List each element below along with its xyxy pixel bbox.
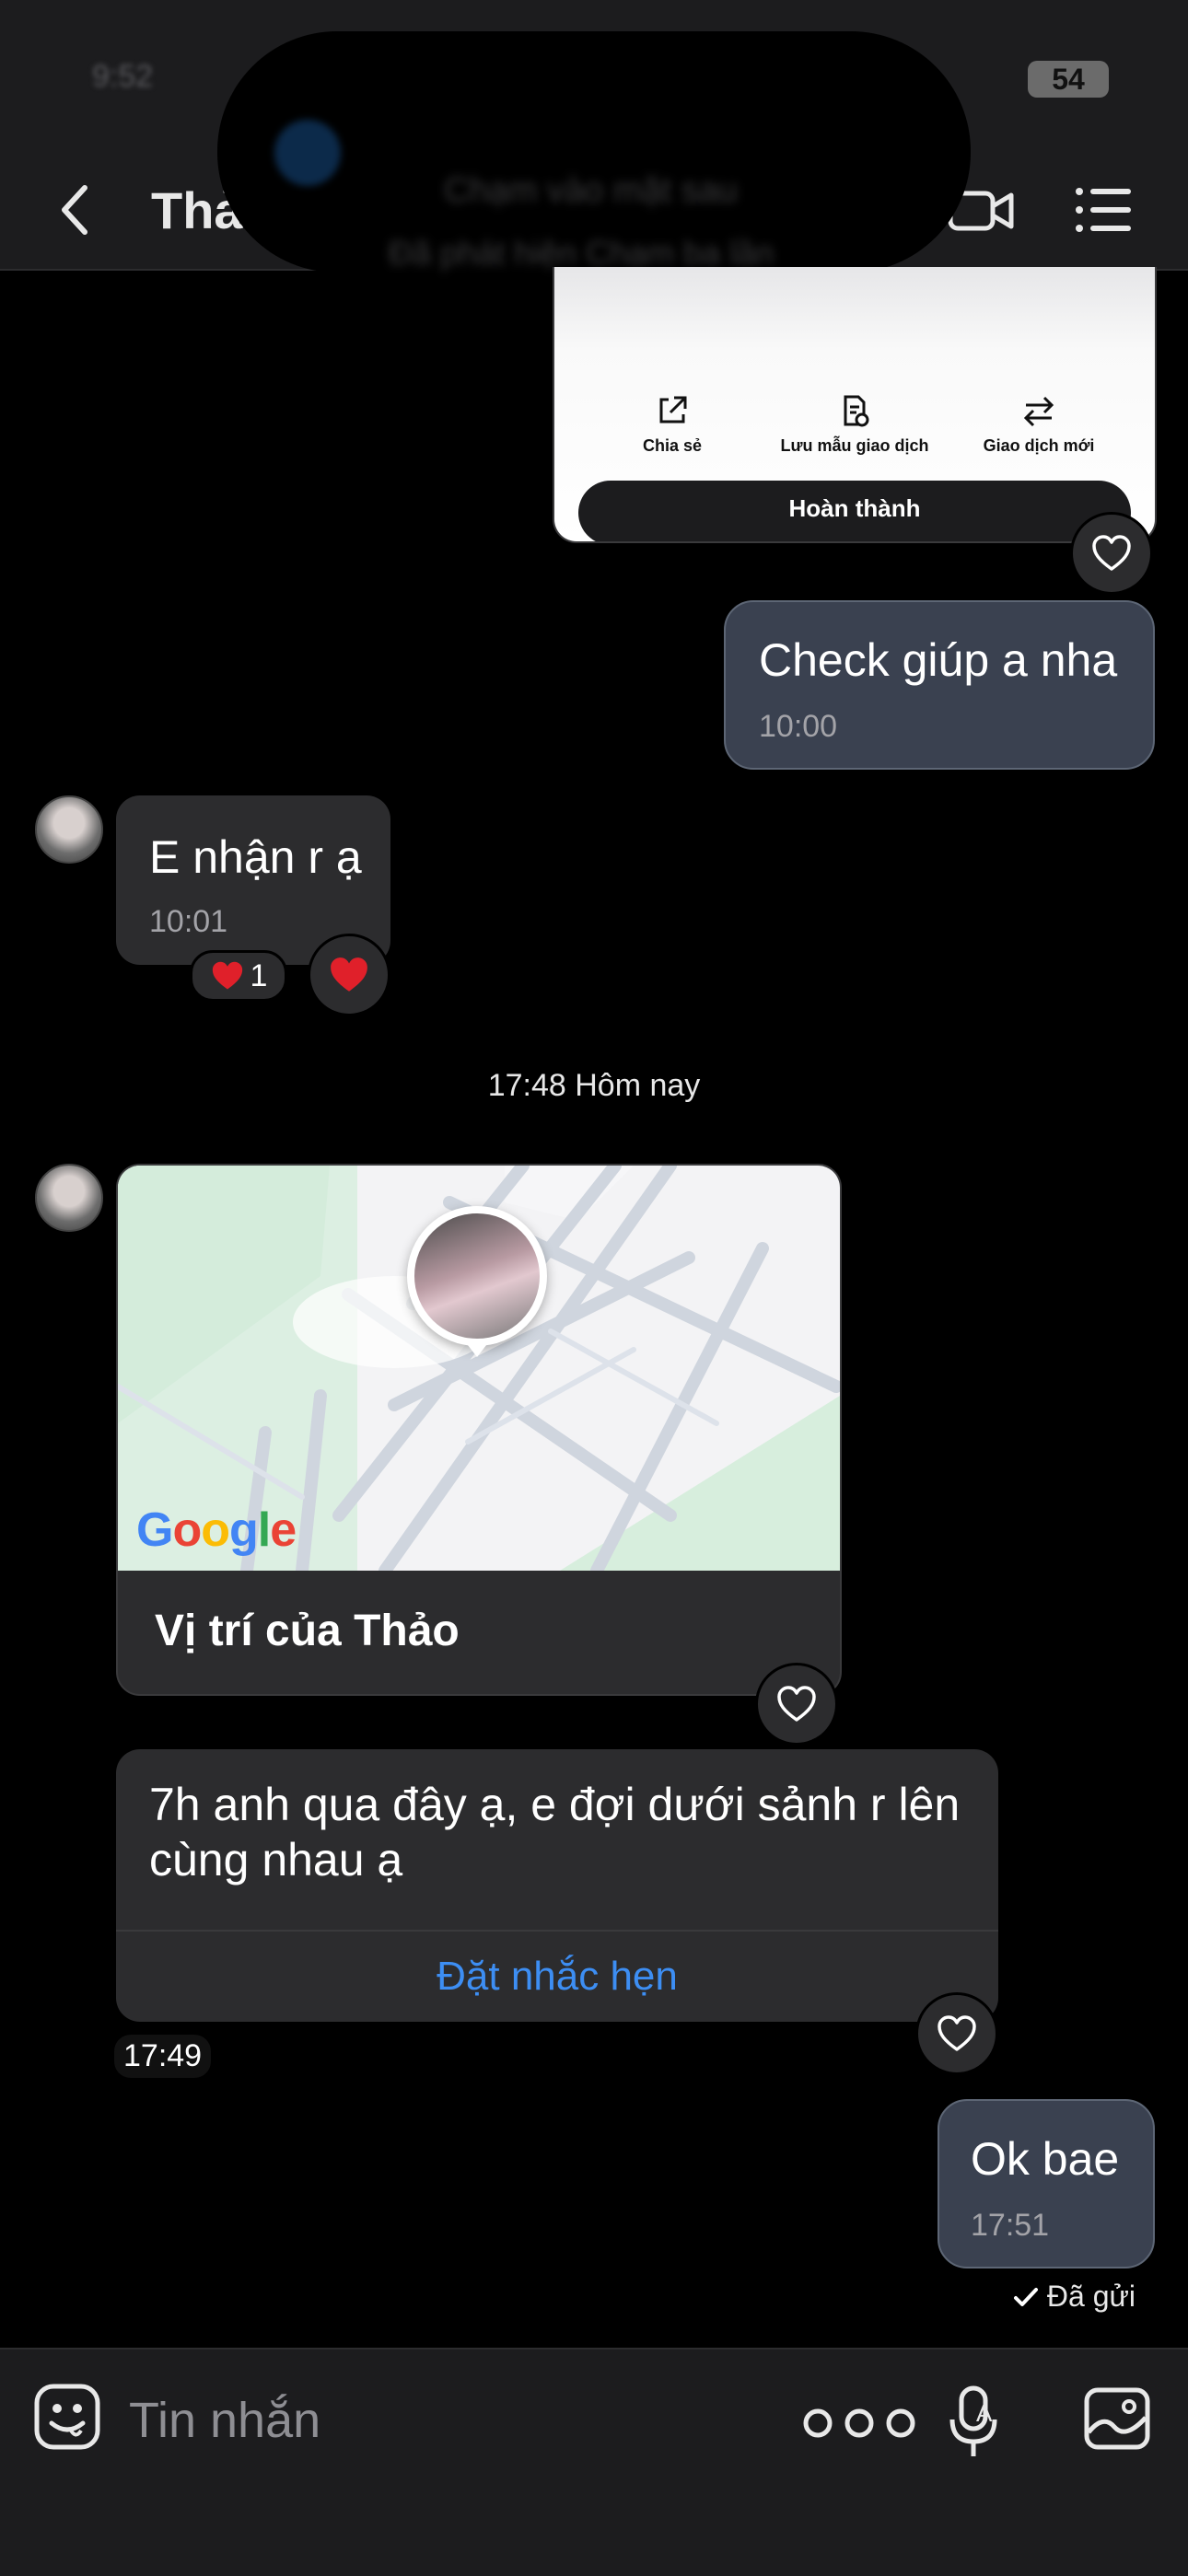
emoji-icon: [34, 2384, 100, 2450]
reminder-message[interactable]: 7h anh qua đây ạ, e đợi dưới sảnh r lên …: [116, 1749, 998, 2022]
done-button[interactable]: Hoàn thành: [578, 481, 1131, 541]
like-button[interactable]: [1070, 512, 1153, 595]
heart-outline-icon: [777, 1686, 816, 1722]
like-button[interactable]: [308, 934, 390, 1016]
new-transaction-label: Giao dịch mới: [983, 436, 1095, 455]
back-button[interactable]: [53, 180, 98, 239]
date-separator: 17:48 Hôm nay: [487, 1068, 701, 1103]
list-menu-icon: [1076, 188, 1131, 232]
message-time: 10:00: [759, 709, 838, 744]
location-pin: [407, 1206, 547, 1357]
save-template-label: Lưu mẫu giao dịch: [780, 436, 929, 455]
receipt-image-message[interactable]: Chia sẻ Lưu mẫu giao dịch Giao dịch mới …: [553, 267, 1157, 543]
set-reminder-button[interactable]: Đặt nhắc hẹn: [116, 1932, 998, 2022]
message-time: 17:51: [971, 2208, 1050, 2243]
message-text: E nhận r ạ: [149, 831, 362, 883]
document-save-icon: [844, 395, 869, 427]
delivery-status: Đã gửi: [1013, 2280, 1136, 2314]
share-label: Chia sẻ: [642, 436, 703, 455]
checkmark-icon: [1014, 2288, 1038, 2306]
gallery-button[interactable]: [1083, 2386, 1151, 2451]
location-label: Vị trí của Thảo: [155, 1607, 460, 1655]
svg-text:A: A: [976, 2399, 993, 2427]
chevron-left-icon: [62, 185, 87, 235]
microphone-icon: A: [949, 2385, 997, 2456]
google-logo: Google: [136, 1503, 297, 1557]
save-template-action[interactable]: Lưu mẫu giao dịch: [763, 394, 947, 456]
outgoing-message[interactable]: Ok bae 17:51: [938, 2099, 1155, 2269]
heart-outline-icon: [1092, 535, 1131, 571]
status-time: 9:52: [92, 59, 154, 94]
reaction-count: 1: [250, 957, 268, 993]
message-text: Check giúp a nha: [759, 634, 1118, 686]
like-button[interactable]: [915, 1992, 998, 2075]
notification-island: Chạm vào mặt sau Đã phát hiện Chạm ba lầ…: [217, 31, 971, 273]
heart-filled-icon: [331, 957, 367, 992]
like-button[interactable]: [755, 1663, 838, 1746]
more-button[interactable]: [799, 2405, 919, 2442]
message-time: 10:01: [149, 904, 228, 939]
outgoing-message[interactable]: Check giúp a nha 10:00: [724, 600, 1155, 770]
pin-avatar: [414, 1213, 540, 1339]
reaction-summary[interactable]: 1: [190, 950, 287, 1002]
image-icon: [1084, 2387, 1150, 2450]
contact-avatar[interactable]: [35, 795, 103, 864]
location-message[interactable]: Google Vị trí của Thảo: [116, 1164, 842, 1696]
more-dots-icon: [803, 2408, 915, 2438]
battery-indicator: 54: [1028, 61, 1109, 98]
notification-icon: [274, 120, 341, 186]
heart-icon: [212, 961, 242, 990]
message-text: 7h anh qua đây ạ, e đợi dưới sảnh r lên …: [149, 1779, 961, 1886]
arrows-swap-icon: [1023, 396, 1054, 427]
message-input[interactable]: [129, 2386, 755, 2454]
chat-header: 9:52 54 Thả Chạm vào mặt sau Đã phát hiệ…: [0, 0, 1188, 273]
share-icon: [659, 396, 687, 424]
message-time: 17:49: [114, 2035, 212, 2078]
sticker-button[interactable]: [33, 2383, 101, 2451]
notification-title: Chạm vào mặt sau: [444, 171, 738, 210]
heart-outline-icon: [938, 2015, 976, 2051]
message-text: Ok bae: [971, 2133, 1120, 2185]
message-composer: A: [0, 2348, 1188, 2576]
delivery-status-label: Đã gửi: [1046, 2280, 1136, 2313]
share-action[interactable]: Chia sẻ: [580, 394, 764, 456]
voice-to-text-button[interactable]: A: [945, 2383, 1004, 2460]
pin-pointer: [464, 1340, 490, 1357]
menu-button[interactable]: [1074, 180, 1133, 239]
map-preview[interactable]: Google: [118, 1166, 840, 1571]
contact-avatar[interactable]: [35, 1164, 103, 1232]
new-transaction-action[interactable]: Giao dịch mới: [947, 394, 1131, 456]
